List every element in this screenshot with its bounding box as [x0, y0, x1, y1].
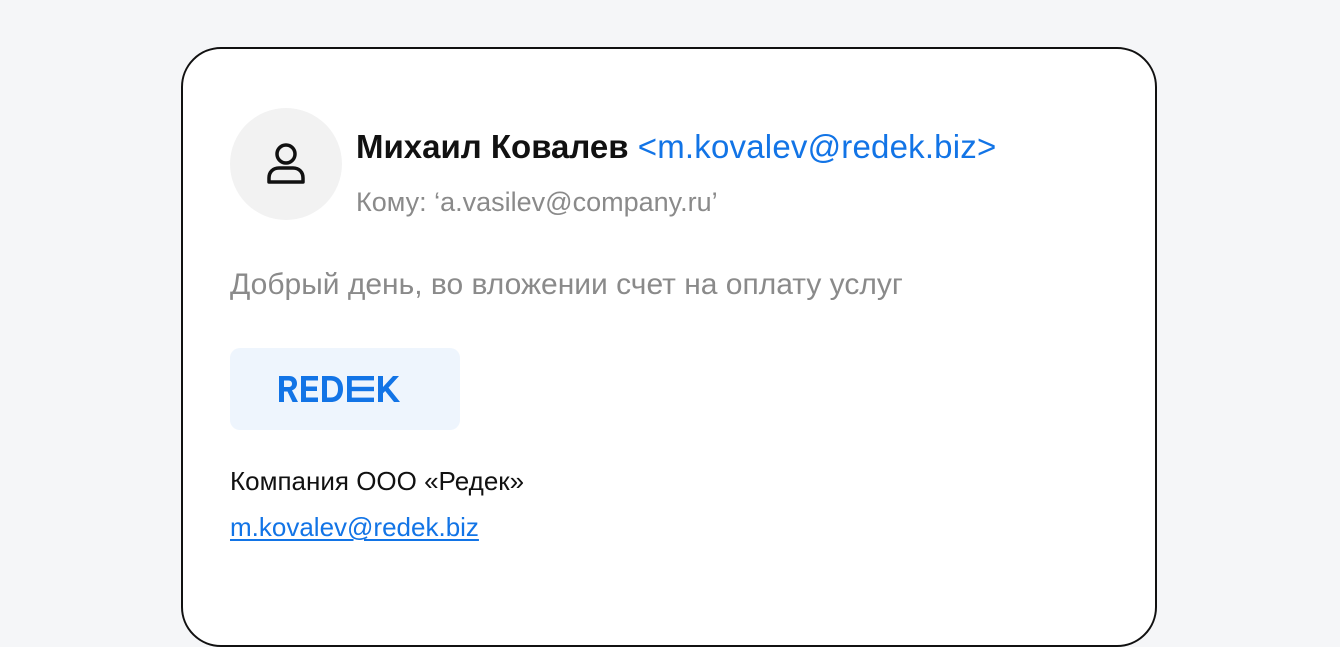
- sender-line: Михаил Ковалев <m.kovalev@redek.biz>: [356, 126, 996, 168]
- company-name: Компания ООО «Редек»: [230, 466, 525, 496]
- sender-email[interactable]: <m.kovalev@redek.biz>: [638, 128, 997, 165]
- user-icon: [267, 143, 305, 184]
- recipient-line: Кому: ‘a.vasilev@company.ru’: [356, 187, 718, 217]
- sender-name: Михаил Ковалев: [356, 128, 629, 165]
- sender-avatar: [230, 108, 342, 220]
- signature-email-link[interactable]: m.kovalev@redek.biz: [230, 510, 479, 544]
- company-logo-box: [230, 348, 460, 430]
- redek-logo: [279, 376, 400, 402]
- message-body: Добрый день, во вложении счет на оплату …: [230, 268, 903, 301]
